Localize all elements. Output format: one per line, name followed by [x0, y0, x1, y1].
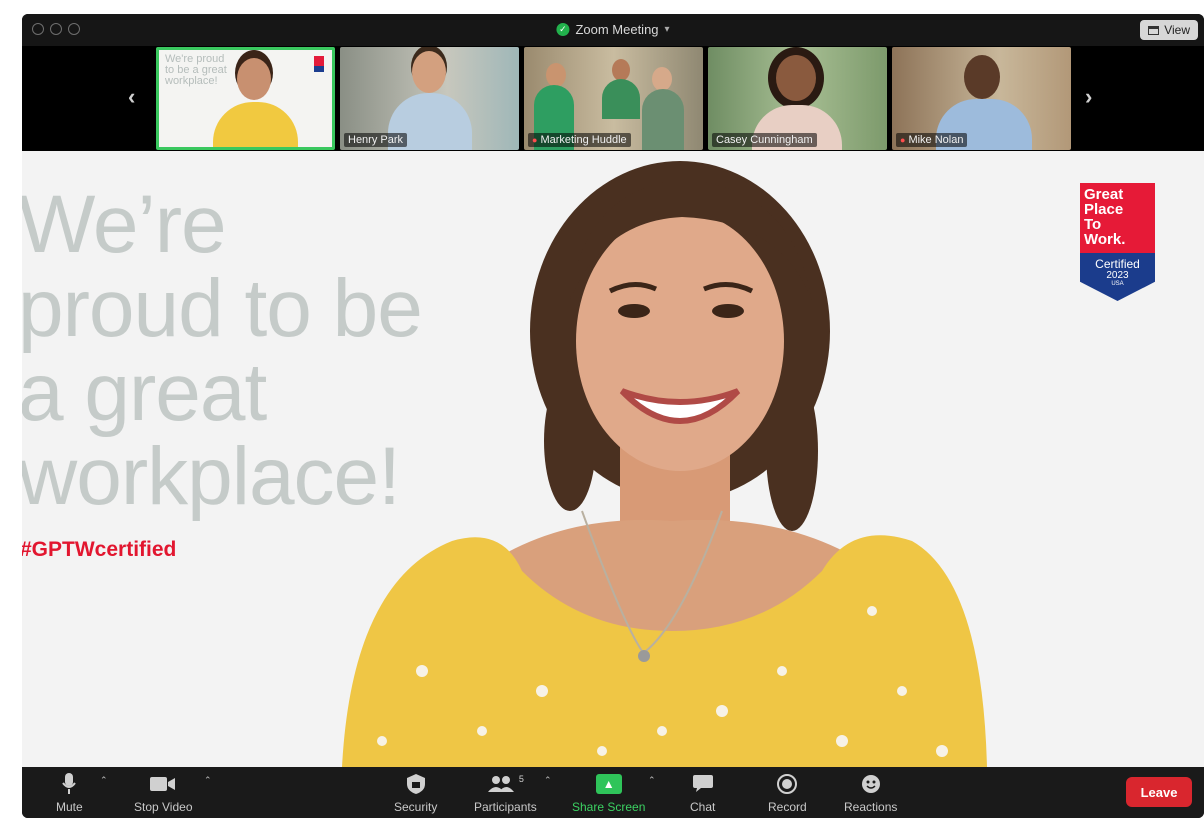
view-label: View: [1164, 23, 1190, 37]
leave-button[interactable]: Leave: [1126, 777, 1192, 807]
participants-icon: 5: [487, 772, 524, 796]
stop-video-button[interactable]: Stop Video: [134, 772, 193, 814]
next-page-arrow-icon[interactable]: ›: [1085, 84, 1092, 110]
participant-video-figure: [207, 54, 302, 147]
microphone-icon: [62, 772, 77, 796]
chat-button[interactable]: Chat: [690, 772, 715, 814]
record-button[interactable]: Record: [768, 772, 807, 814]
muted-mic-icon: ●: [900, 135, 906, 145]
close-window-button[interactable]: [32, 23, 44, 35]
gptw-badge-top: Great Place To Work.: [1080, 183, 1155, 253]
video-options-caret-icon[interactable]: ⌃: [204, 775, 212, 786]
badge-country: USA: [1111, 281, 1124, 287]
participant-name-tag: Casey Cunningham: [712, 133, 817, 147]
video-camera-icon: [150, 772, 176, 796]
audio-options-caret-icon[interactable]: ⌃: [100, 775, 108, 786]
badge-line: Work.: [1084, 231, 1126, 248]
title-bar: ✓ Zoom Meeting ▾ View: [22, 14, 1204, 46]
record-label: Record: [768, 800, 807, 814]
participant-thumbnail-active-speaker[interactable]: We're proud to be a great workplace!: [156, 47, 335, 150]
meeting-controls-toolbar: Mute ⌃ Stop Video ⌃ Security 5 Participa…: [22, 767, 1204, 818]
share-screen-label: Share Screen: [572, 800, 646, 814]
meeting-title[interactable]: ✓ Zoom Meeting ▾: [556, 22, 670, 37]
window-title: Zoom Meeting: [575, 22, 659, 37]
participant-thumbnail-mike-nolan[interactable]: ● Mike Nolan: [892, 47, 1071, 150]
minimize-window-button[interactable]: [50, 23, 62, 35]
active-speaker-video: We’re proud to be a great workplace! #GP…: [22, 151, 1204, 767]
gptw-certified-badge: Great Place To Work. Certified 2023 USA: [1080, 183, 1155, 301]
chevron-down-icon: ▾: [664, 24, 670, 35]
badge-line: Place: [1084, 201, 1124, 218]
record-icon: [777, 772, 798, 796]
view-button[interactable]: View: [1140, 20, 1198, 40]
participant-thumbnail-casey-cunningham[interactable]: Casey Cunningham: [708, 47, 887, 150]
participants-options-caret-icon[interactable]: ⌃: [544, 775, 552, 786]
chat-label: Chat: [690, 800, 716, 814]
participant-thumbnail-henry-park[interactable]: Henry Park: [340, 47, 519, 150]
reaction-emoji-icon: [861, 772, 881, 796]
participants-button[interactable]: 5 Participants: [474, 772, 537, 814]
participant-count: 5: [518, 774, 524, 784]
speaker-figure: [342, 161, 987, 767]
stop-video-label: Stop Video: [134, 800, 193, 814]
window-controls: [32, 23, 80, 35]
badge-line: To: [1084, 216, 1102, 233]
view-grid-icon: [1148, 25, 1160, 35]
participant-name-tag: ● Marketing Huddle: [528, 133, 631, 147]
muted-mic-icon: ●: [532, 135, 538, 145]
chat-bubble-icon: [692, 772, 713, 796]
security-shield-icon: [406, 772, 425, 796]
participant-name: Mike Nolan: [908, 134, 964, 146]
participant-name-tag: Henry Park: [344, 133, 408, 147]
mini-gptw-badge: [314, 56, 324, 72]
reactions-button[interactable]: Reactions: [844, 772, 897, 814]
security-button[interactable]: Security: [394, 772, 437, 814]
badge-year: 2023: [1106, 270, 1129, 281]
badge-certified: Certified: [1095, 257, 1140, 271]
mute-button[interactable]: Mute: [56, 772, 83, 814]
participants-label: Participants: [474, 800, 537, 814]
encryption-shield-icon: ✓: [556, 23, 570, 36]
participant-name-tag: ● Mike Nolan: [896, 133, 968, 147]
security-label: Security: [394, 800, 438, 814]
share-screen-button[interactable]: ▲ Share Screen: [572, 772, 645, 814]
share-options-caret-icon[interactable]: ⌃: [648, 775, 656, 786]
previous-page-arrow-icon[interactable]: ‹: [128, 84, 135, 110]
zoom-window-button[interactable]: [68, 23, 80, 35]
participant-thumbnail-marketing-huddle[interactable]: ● Marketing Huddle: [524, 47, 703, 150]
mute-label: Mute: [56, 800, 83, 814]
participant-name: Henry Park: [348, 134, 404, 146]
gptw-badge-bottom: Certified 2023 USA: [1080, 253, 1155, 301]
participant-name: Marketing Huddle: [540, 134, 627, 146]
participant-strip: ‹ We're proud to be a great workplace! H…: [22, 46, 1204, 151]
reactions-label: Reactions: [844, 800, 898, 814]
zoom-window: ✓ Zoom Meeting ▾ View ‹ We're proud to b…: [22, 14, 1204, 818]
badge-line: Great: [1084, 186, 1124, 203]
participant-name: Casey Cunningham: [716, 134, 813, 146]
share-screen-icon: ▲: [595, 772, 622, 796]
